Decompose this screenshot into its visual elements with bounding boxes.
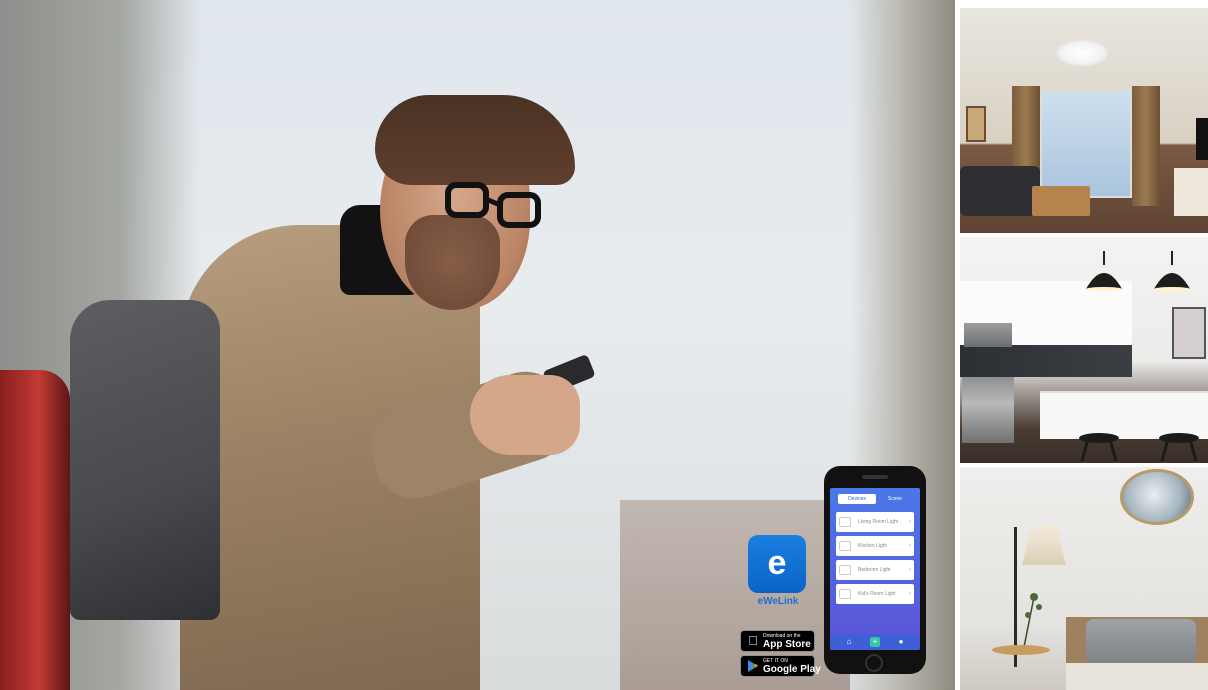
bedroom-photo [960,467,1208,690]
tv-cabinet [1174,168,1208,216]
coffee-table [1032,186,1090,216]
backsplash [960,345,1132,377]
light-icon [839,541,851,551]
device-label: Bedroom Light [858,567,891,573]
app-store-label: App Store [763,639,811,650]
microwave [964,323,1012,347]
phone-speaker [862,475,888,479]
ceiling-light [1056,40,1108,66]
app-name: eWeLink [757,596,799,607]
google-play-icon [748,660,758,672]
wall-decor-circle [1120,469,1194,525]
light-icon [839,589,851,599]
bar-stool [1079,433,1119,461]
bar-stool [1159,433,1199,461]
tab-devices[interactable]: Devices [838,494,876,504]
user-icon[interactable]: ● [896,637,906,647]
tab-scene[interactable]: Scene [880,494,910,504]
device-row[interactable]: Bedroom Light › [836,560,914,580]
device-row[interactable]: Living Room Light › [836,512,914,532]
kitchen-photo [960,237,1208,463]
device-label: Living Room Light [858,519,899,525]
app-logo-icon[interactable]: e [748,535,806,593]
blanket [1066,663,1208,690]
apple-icon:  [746,634,760,648]
chevron-right-icon: › [909,591,911,597]
living-room-photo [960,8,1208,233]
device-row[interactable]: Kitchen Light › [836,536,914,556]
hero-photo [0,0,955,690]
side-table [992,645,1050,655]
device-label: Kitchen Light [858,543,887,549]
google-play-button[interactable]: GET IT ON Google Play [740,655,821,677]
man-hand [470,375,580,455]
phone-home-button [865,654,883,672]
light-icon [839,565,851,575]
app-logo-letter: e [767,544,787,582]
pendant-lamp-icon [1154,251,1190,291]
glasses-icon [445,182,541,228]
light-icon [839,517,851,527]
chevron-right-icon: › [909,519,911,525]
floor-lamp-shade [1022,525,1066,565]
screen-tabs: Devices Scene [838,494,912,504]
chevron-right-icon: › [909,567,911,573]
curtain [1132,86,1160,206]
add-icon[interactable]: + [870,637,880,647]
app-store-button[interactable]:  Download on the App Store [740,630,815,652]
background-building-center [620,500,850,690]
phone-bottom-nav: ⌂ + ● [830,634,920,650]
kitchen-island [1040,391,1208,439]
pillow [1086,619,1196,665]
phone-screen: Devices Scene Living Room Light › Kitche… [830,488,920,650]
pendant-lamp-icon [1086,251,1122,291]
man-hair [375,95,575,185]
sofa [960,166,1040,216]
red-car [0,370,70,690]
phone-mockup: Devices Scene Living Room Light › Kitche… [824,466,926,674]
chevron-right-icon: › [909,543,911,549]
home-icon[interactable]: ⌂ [844,637,854,647]
window [1040,90,1132,198]
television [1196,118,1208,160]
google-play-label: Google Play [763,664,821,675]
backpack [70,300,220,620]
device-row[interactable]: Kid's Room Light › [836,584,914,604]
wall-picture [966,106,986,142]
oven [962,377,1014,443]
device-label: Kid's Room Light [858,591,896,597]
wall-art [1172,307,1206,359]
plant-icon [1023,593,1042,647]
